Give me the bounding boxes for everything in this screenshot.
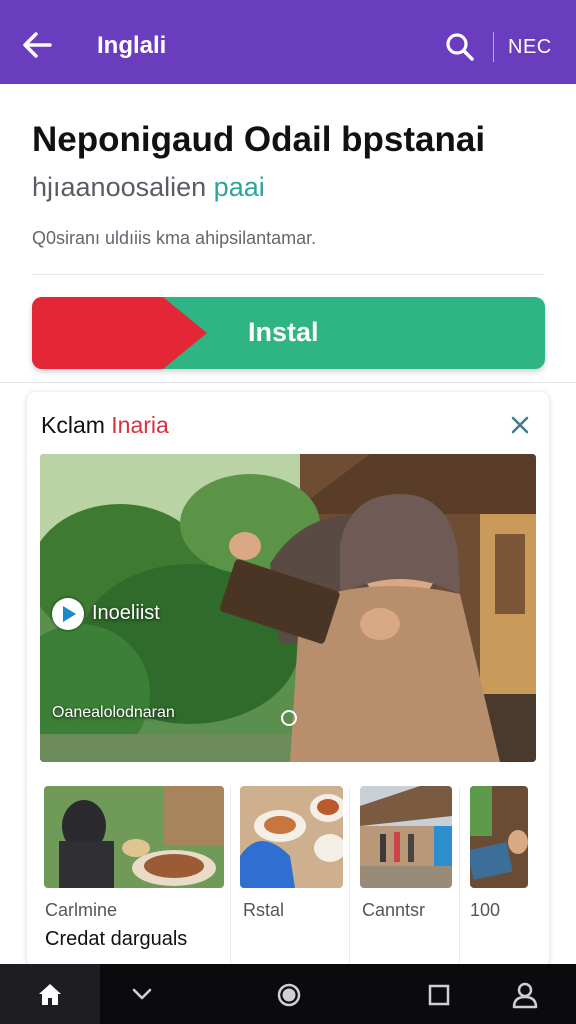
page-title: Inglali xyxy=(97,32,167,59)
appbar-divider xyxy=(493,32,494,62)
play-triangle xyxy=(63,606,76,622)
thumbnail-caption: Carlmine xyxy=(45,900,118,920)
thumbnail-1-image xyxy=(44,786,224,888)
install-button-accent xyxy=(32,297,207,369)
app-subtitle-accent: paai xyxy=(213,172,265,202)
card-subcaption: Credat darguals xyxy=(45,928,188,950)
divider xyxy=(32,274,544,275)
thumbnail-1[interactable] xyxy=(44,786,224,888)
arrow-left-icon[interactable] xyxy=(20,28,54,62)
thumbnail-caption: Rstal xyxy=(243,900,285,920)
thumbnail-divider xyxy=(349,786,350,966)
chevron-down-icon[interactable] xyxy=(131,986,153,1002)
appbar-menu-label[interactable]: NEC xyxy=(508,36,552,59)
section-divider xyxy=(0,382,576,383)
play-icon[interactable] xyxy=(52,598,84,630)
app-bar: Inglali NEC xyxy=(0,0,576,84)
close-icon[interactable] xyxy=(509,414,531,436)
card-title-main: Kclam xyxy=(41,412,105,438)
home-icon xyxy=(39,984,61,1005)
card-title: Kclam Inaria xyxy=(41,412,169,439)
hero-label: Inoeliist xyxy=(92,602,160,624)
search-icon[interactable] xyxy=(444,31,476,63)
media-card: Kclam Inaria Inoeliist Oanealolodnaran C… xyxy=(27,392,549,967)
thumbnail-divider xyxy=(230,786,231,966)
thumbnail-3[interactable] xyxy=(360,786,452,888)
thumbnail-2-image xyxy=(240,786,343,888)
thumbnail-4[interactable] xyxy=(470,786,528,888)
install-button-label: Instal xyxy=(248,317,319,347)
app-subtitle: hjıaanoosalien paai xyxy=(32,172,265,203)
install-button[interactable]: Instal xyxy=(32,297,545,369)
thumbnail-divider xyxy=(459,786,460,966)
thumbnail-4-image xyxy=(470,786,528,888)
hero-caption: Oanealolodnaran xyxy=(52,704,175,721)
hero-image[interactable]: Inoeliist Oanealolodnaran xyxy=(40,454,536,762)
profile-icon[interactable] xyxy=(511,981,539,1009)
app-name: Neponigaud Odail bpstanai xyxy=(32,120,486,159)
loading-indicator-icon xyxy=(281,710,297,726)
thumbnail-3-image xyxy=(360,786,452,888)
app-header: Neponigaud Odail bpstanai hjıaanoosalien… xyxy=(0,84,576,384)
thumbnail-2[interactable] xyxy=(240,786,343,888)
thumbnail-caption: Canntsr xyxy=(362,900,426,920)
bottom-navigation xyxy=(0,964,576,1024)
circle-icon[interactable] xyxy=(276,982,302,1008)
app-description: Q0siranı uldıiis kma ahipsilantamar. xyxy=(32,228,317,248)
app-subtitle-main: hjıaanoosalien xyxy=(32,172,207,202)
square-icon[interactable] xyxy=(428,984,450,1006)
nav-home[interactable] xyxy=(0,964,100,1024)
thumbnail-caption: 100 xyxy=(470,900,501,920)
card-title-accent: Inaria xyxy=(111,412,169,438)
